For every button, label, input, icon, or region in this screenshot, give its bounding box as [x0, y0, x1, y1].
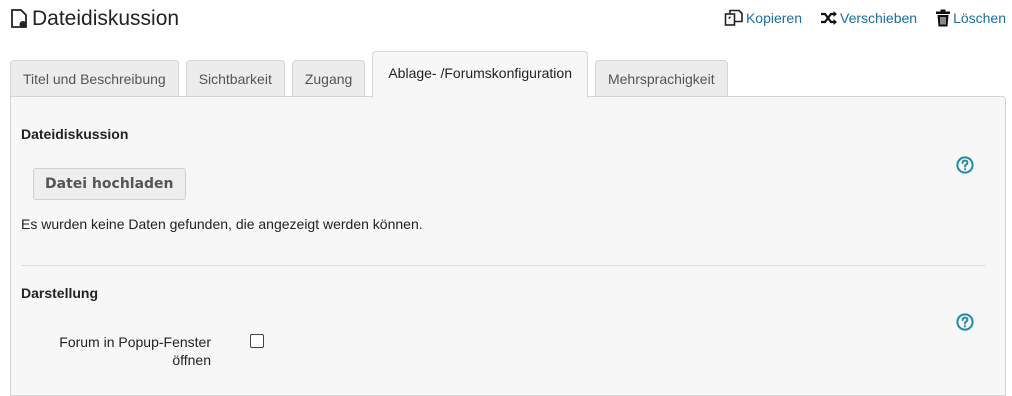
files-section-title: Dateidiskussion: [21, 126, 129, 142]
tab-label: Ablage- /Forumskonfiguration: [388, 65, 572, 81]
tab-bar: Titel und Beschreibung Sichtbarkeit Zuga…: [10, 50, 735, 98]
page-title-text: Dateidiskussion: [32, 7, 180, 30]
trash-icon: [936, 9, 951, 27]
delete-button[interactable]: Löschen: [935, 9, 1006, 27]
shuffle-icon: [821, 11, 837, 25]
config-panel: Dateidiskussion Datei hochladen Es wurde…: [10, 96, 1006, 396]
page-title: Dateidiskussion: [10, 7, 179, 31]
popup-checkbox[interactable]: [250, 334, 264, 348]
copy-label: Kopieren: [745, 10, 802, 26]
copy-button[interactable]: Kopieren: [724, 9, 802, 27]
copy-icon: [724, 9, 743, 26]
help-icon[interactable]: [956, 313, 974, 331]
popup-option-label: Forum in Popup-Fenster öffnen: [59, 334, 211, 368]
section-divider: [21, 265, 985, 266]
tab-title-description[interactable]: Titel und Beschreibung: [10, 60, 179, 97]
tab-visibility[interactable]: Sichtbarkeit: [185, 60, 285, 97]
tab-access[interactable]: Zugang: [291, 60, 366, 97]
upload-file-label: Datei hochladen: [45, 176, 174, 192]
tab-label: Titel und Beschreibung: [23, 71, 166, 87]
help-icon[interactable]: [956, 156, 974, 174]
move-label: Verschieben: [840, 10, 918, 26]
page-header: Dateidiskussion Kopieren Verschieben Lös…: [0, 0, 1012, 44]
header-actions: Kopieren Verschieben Löschen: [706, 9, 1006, 27]
upload-file-button[interactable]: Datei hochladen: [33, 168, 186, 200]
empty-state-message: Es wurden keine Daten gefunden, die ange…: [21, 216, 423, 232]
tab-storage-forum-config[interactable]: Ablage- /Forumskonfiguration: [372, 51, 588, 98]
display-section-title: Darstellung: [21, 285, 99, 301]
move-button[interactable]: Verschieben: [820, 9, 917, 27]
tab-label: Mehrsprachigkeit: [607, 71, 715, 87]
tab-label: Sichtbarkeit: [198, 71, 272, 87]
tab-label: Zugang: [304, 71, 353, 87]
tab-multilingual[interactable]: Mehrsprachigkeit: [594, 60, 728, 97]
file-discussion-icon: [10, 9, 28, 29]
delete-label: Löschen: [953, 10, 1006, 26]
